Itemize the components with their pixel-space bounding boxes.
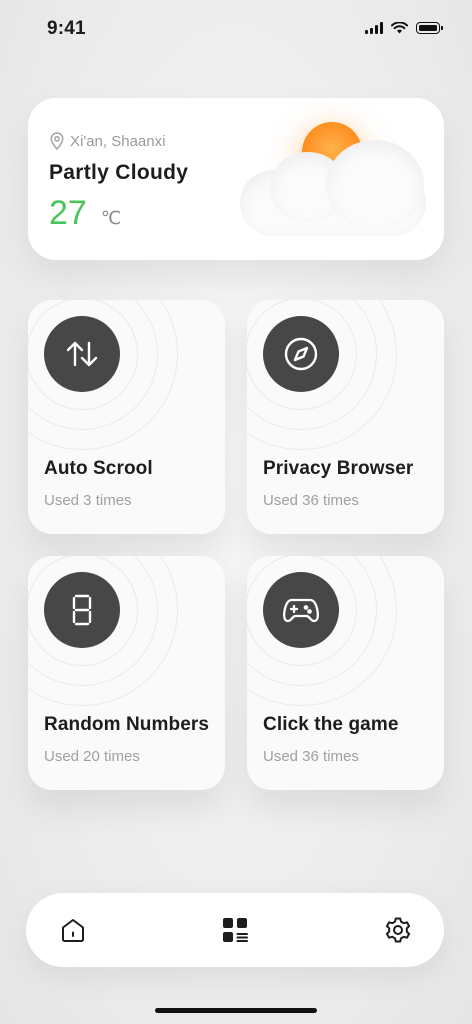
feature-card-privacy-browser[interactable]: Privacy Browser Used 36 times <box>247 300 444 534</box>
feature-usage: Used 36 times <box>263 492 359 509</box>
click-game-icon-button <box>263 572 339 648</box>
status-time: 9:41 <box>47 18 86 39</box>
home-icon <box>62 919 84 942</box>
home-indicator[interactable] <box>155 1008 317 1013</box>
tab-bar <box>26 893 444 967</box>
privacy-browser-icon-button <box>263 316 339 392</box>
location-label: Xi'an, Shaanxi <box>70 132 166 150</box>
digital-eight-icon <box>72 594 92 626</box>
feature-usage: Used 36 times <box>263 748 359 765</box>
gamepad-icon <box>283 598 319 623</box>
feature-title: Privacy Browser <box>263 458 414 479</box>
location: Xi'an, Shaanxi <box>50 132 165 150</box>
apps-grid-icon <box>223 918 248 942</box>
weather-card[interactable]: Xi'an, Shaanxi Partly Cloudy 27 ℃ <box>28 98 444 260</box>
auto-scroll-icon-button <box>44 316 120 392</box>
temperature-value: 27 <box>49 194 87 232</box>
tab-home[interactable] <box>36 893 110 967</box>
battery-icon <box>416 22 443 34</box>
status-icons <box>365 22 443 34</box>
feature-title: Click the game <box>263 714 399 735</box>
compass-icon <box>284 337 318 371</box>
cellular-signal-icon <box>365 22 383 34</box>
feature-title: Random Numbers <box>44 714 210 735</box>
weather-condition: Partly Cloudy <box>49 161 189 184</box>
gear-icon <box>385 917 411 943</box>
feature-title: Auto Scrool <box>44 458 153 479</box>
arrows-up-down-icon <box>66 341 98 367</box>
feature-usage: Used 3 times <box>44 492 132 509</box>
feature-usage: Used 20 times <box>44 748 140 765</box>
location-pin-icon <box>50 132 64 150</box>
temperature-unit: ℃ <box>100 208 122 228</box>
feature-card-random-numbers[interactable]: Random Numbers Used 20 times <box>28 556 225 790</box>
temperature-row: 27 ℃ <box>49 194 121 233</box>
feature-card-auto-scroll[interactable]: Auto Scrool Used 3 times <box>28 300 225 534</box>
random-numbers-icon-button <box>44 572 120 648</box>
cloud-icon <box>240 140 426 240</box>
feature-card-click-the-game[interactable]: Click the game Used 36 times <box>247 556 444 790</box>
wifi-icon <box>391 22 408 34</box>
tab-apps[interactable] <box>198 893 272 967</box>
status-bar: 9:41 <box>0 0 472 58</box>
tab-settings[interactable] <box>361 893 435 967</box>
